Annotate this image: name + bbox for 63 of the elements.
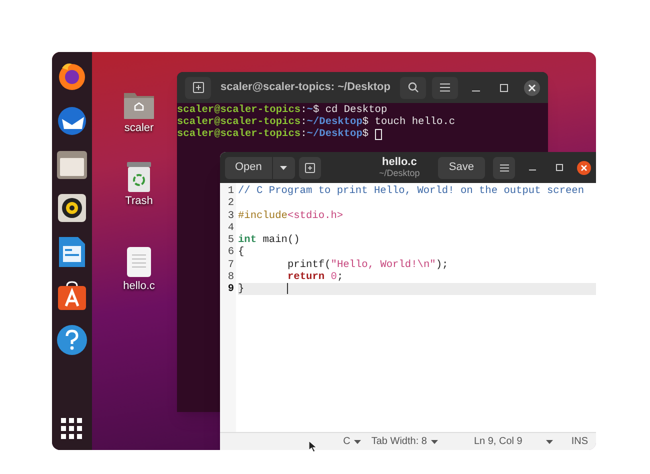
code-line: { [238,246,244,258]
tab-width-selector[interactable]: Tab Width: 8 [371,434,438,449]
new-tab-button[interactable] [185,76,211,98]
cursor-position: Ln 9, Col 9 [474,435,522,449]
caret-icon [280,166,288,170]
line-number: 4 [226,222,234,234]
caret-icon [430,440,438,444]
terminal-line: scaler@scaler-topics:~$ cd Desktop [177,104,388,116]
file-path: ~/Desktop [379,168,420,178]
text-file-icon[interactable] [126,246,152,278]
menu-icon [440,83,450,92]
store-icon[interactable] [57,281,87,311]
maximize-icon[interactable] [500,84,508,92]
text-cursor [287,283,288,294]
menu-button[interactable] [432,76,458,98]
file-title: hello.c [382,156,417,168]
new-tab-icon [304,162,315,172]
pointer-icon [309,441,317,452]
help-icon[interactable] [56,324,88,356]
line-number: 5 [226,234,234,246]
search-icon [408,82,418,93]
icon-label: Trash [125,195,153,208]
open-menu-button[interactable] [272,156,295,178]
maximize-icon[interactable] [556,164,563,171]
caret-icon [354,440,362,444]
line-number: 6 [226,246,234,258]
icon-label: scaler [124,122,154,135]
mail-icon[interactable] [56,105,88,137]
home-folder-icon[interactable] [123,90,155,120]
insert-mode: INS [571,435,588,449]
caret-icon[interactable] [546,440,554,444]
line-number: 8 [226,270,234,283]
code-line: } [238,283,288,296]
line-number: 3 [226,210,234,222]
save-button[interactable]: Save [438,156,485,178]
new-tab-button[interactable] [298,156,321,178]
window-title: scaler@scaler-topics: ~/Desktop [220,80,392,96]
document-icon[interactable] [58,236,86,268]
terminal-line: scaler@scaler-topics:~/Desktop$ touch hello.c [177,116,456,128]
code-line: #include<stdio.h> [238,210,344,222]
code-line: return 0; [288,270,344,283]
speaker-icon[interactable] [57,193,87,223]
code-line: int main() [238,234,300,246]
menu-icon [500,164,508,172]
menu-button[interactable] [493,156,515,178]
line-number: 7 [226,258,234,271]
line-number: 1 [226,185,234,198]
open-button[interactable]: Open [225,156,272,178]
line-number: 2 [226,197,234,210]
app-grid-icon[interactable] [61,418,83,440]
icon-label: hello.c [123,280,155,293]
new-tab-icon [192,82,204,93]
code-line: // C Program to print Hello, World! on the output screen [238,185,584,197]
close-icon[interactable] [577,160,591,174]
trash-icon[interactable] [126,161,152,193]
terminal-line: scaler@scaler-topics:~/Desktop$ [177,128,370,140]
folder-icon[interactable] [56,150,88,180]
search-button[interactable] [400,76,426,98]
line-number: 9 [226,283,234,296]
close-icon[interactable] [524,80,540,96]
code-area[interactable]: 1 2 3 4 5 6 7 8 9 // C Program to print Hello, World! on the output screen #include<stdio.h> int main() { printf("Hello, World!\n"); return 0; } [220,183,596,432]
language-selector[interactable]: C [343,434,362,449]
code-line: printf("Hello, World!\n"); [288,258,448,270]
